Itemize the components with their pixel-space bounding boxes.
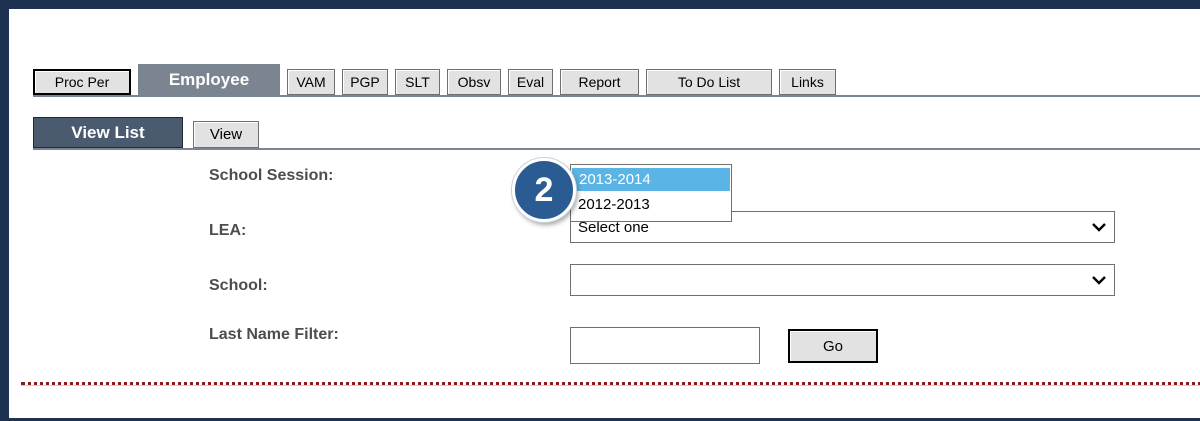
- tab-links[interactable]: Links: [779, 69, 836, 95]
- subtab-view[interactable]: View: [193, 121, 259, 148]
- tab-pgp[interactable]: PGP: [342, 69, 388, 95]
- tab-bar-divider: [33, 95, 1200, 97]
- step-callout-badge: 2: [512, 158, 576, 222]
- school-session-listbox[interactable]: 2013-2014 2012-2013: [570, 164, 732, 222]
- go-button[interactable]: Go: [788, 329, 878, 363]
- school-session-option[interactable]: 2012-2013: [571, 193, 731, 216]
- school-label: School:: [209, 277, 268, 294]
- last-name-filter-label: Last Name Filter:: [209, 326, 339, 343]
- tab-employee[interactable]: Employee: [138, 64, 280, 95]
- lea-label: LEA:: [209, 222, 247, 239]
- tab-obsv[interactable]: Obsv: [447, 69, 501, 95]
- tab-vam[interactable]: VAM: [287, 69, 335, 95]
- sub-tab-divider: [33, 148, 1200, 150]
- school-session-label: School Session:: [209, 167, 334, 184]
- tab-eval[interactable]: Eval: [508, 69, 553, 95]
- app-frame: Proc Per Employee VAM PGP SLT Obsv Eval …: [0, 0, 1200, 421]
- section-divider-shadow: [21, 385, 1200, 386]
- tab-slt[interactable]: SLT: [395, 69, 440, 95]
- chevron-down-icon: [1092, 223, 1106, 232]
- tab-to-do-list[interactable]: To Do List: [646, 69, 772, 95]
- tab-proc-per[interactable]: Proc Per: [33, 69, 131, 95]
- school-select[interactable]: [570, 264, 1115, 296]
- last-name-filter-input[interactable]: [570, 327, 760, 364]
- main-tab-bar: Proc Per Employee VAM PGP SLT Obsv Eval …: [33, 64, 843, 95]
- subtab-view-list[interactable]: View List: [33, 117, 183, 148]
- school-session-option[interactable]: 2013-2014: [572, 168, 730, 191]
- tab-report[interactable]: Report: [560, 69, 639, 95]
- chevron-down-icon: [1092, 276, 1106, 285]
- sub-tab-bar: View List View: [33, 117, 259, 148]
